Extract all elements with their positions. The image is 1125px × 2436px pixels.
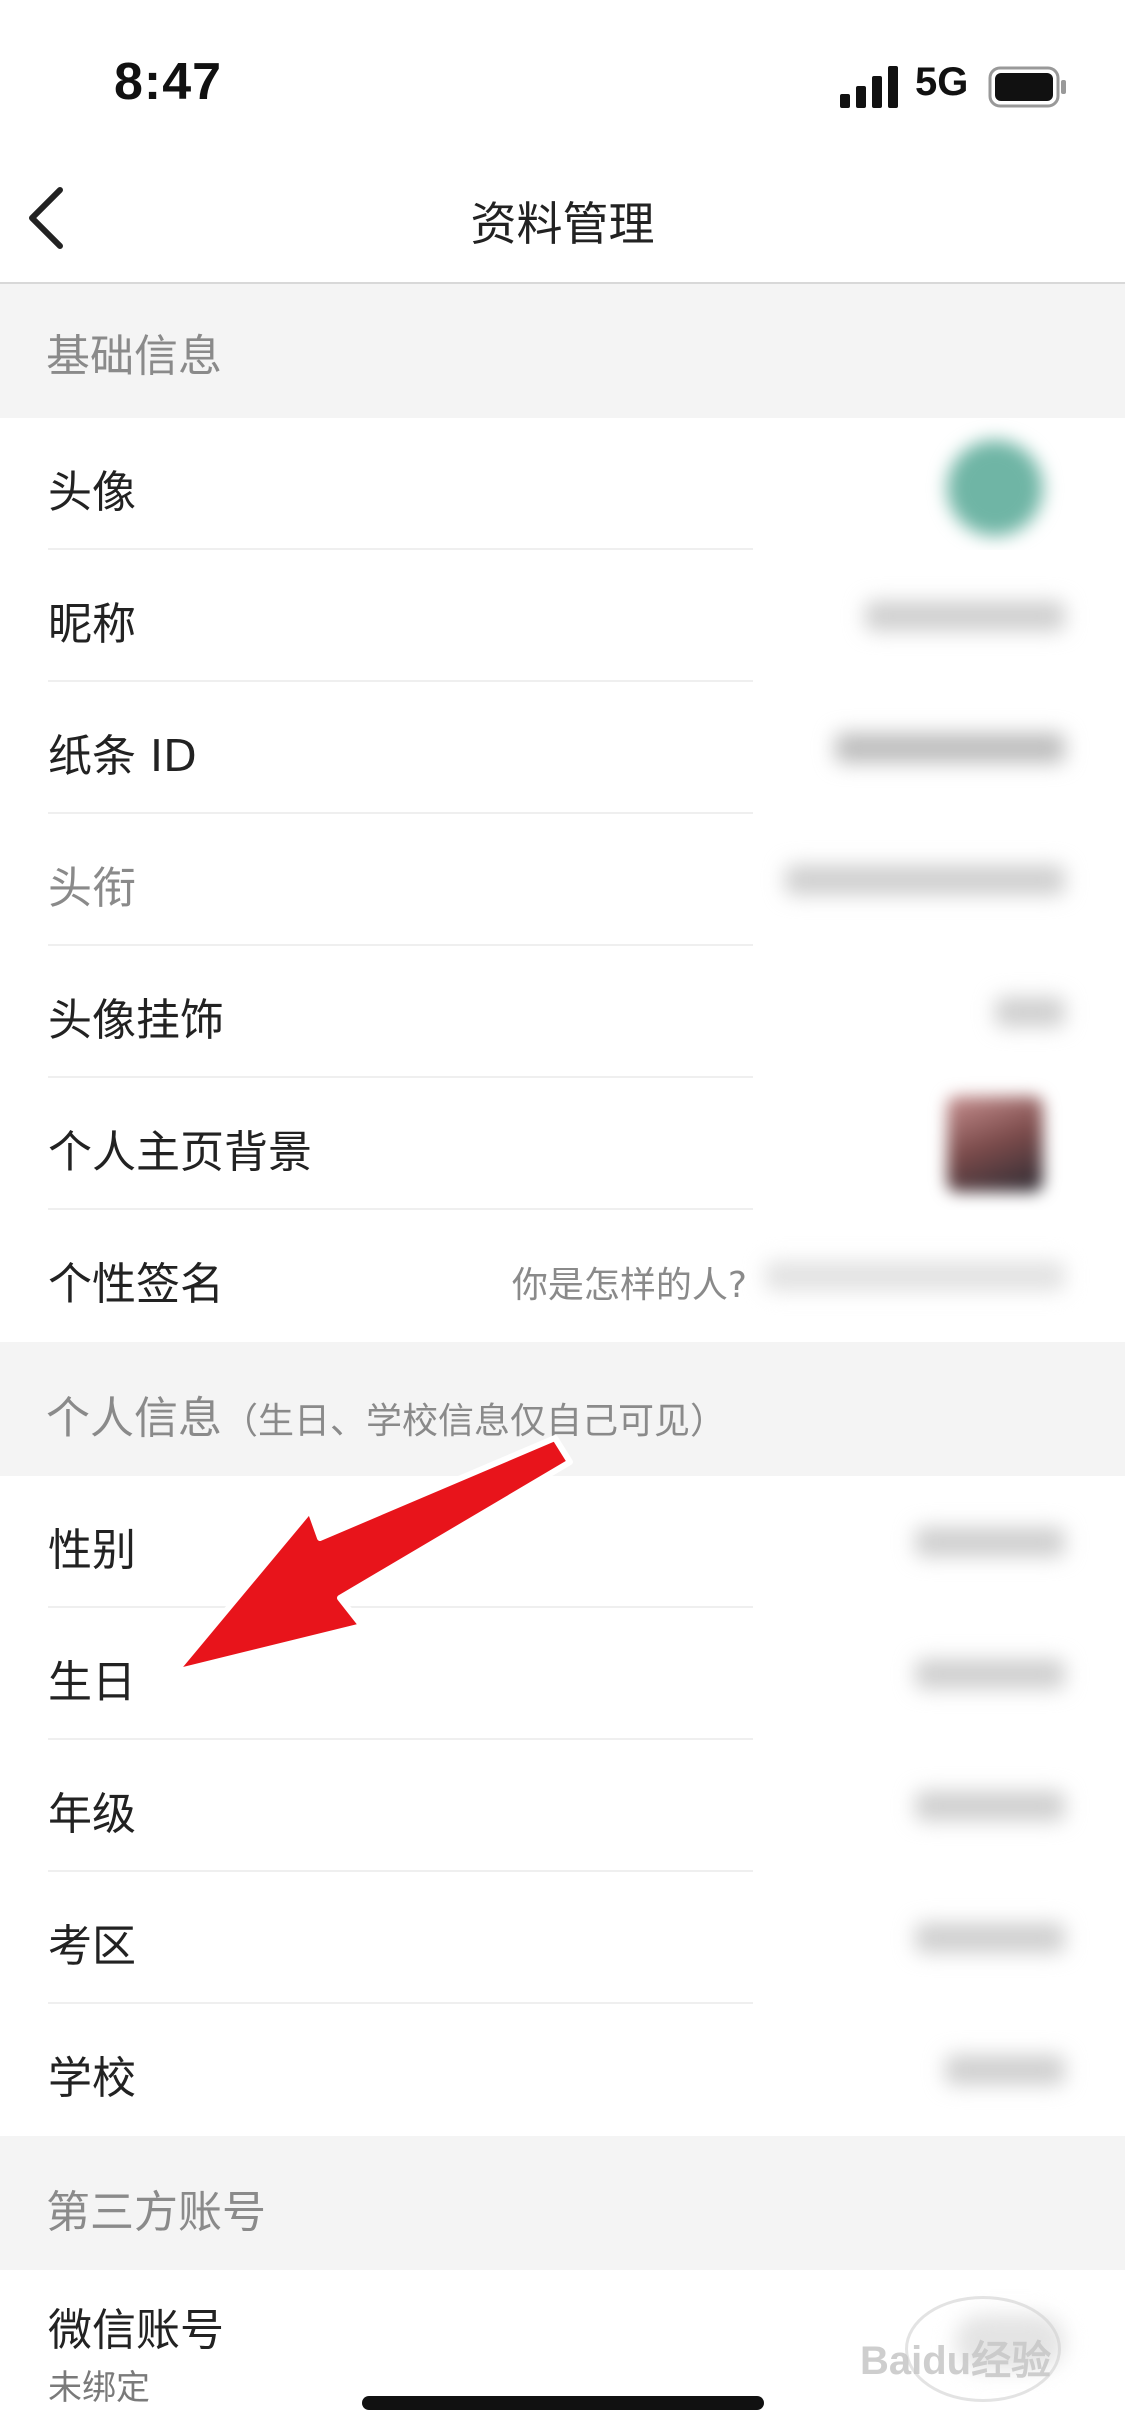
watermark-text: Baidu经验 bbox=[860, 2339, 1052, 2383]
blurred-value bbox=[865, 590, 1065, 642]
status-time: 8:47 bbox=[114, 53, 223, 111]
signature-hint: 你是怎样的人? bbox=[511, 1265, 747, 1306]
row-label: 头像 bbox=[48, 467, 136, 518]
background-thumbnail bbox=[947, 1096, 1043, 1192]
row-title[interactable]: 头衔 bbox=[0, 814, 1125, 946]
blurred-value bbox=[915, 1780, 1065, 1832]
cellular-signal-icon bbox=[840, 66, 898, 108]
section-personal-info: 个人信息（生日、学校信息仅自己可见） bbox=[0, 1342, 1125, 1476]
battery-icon bbox=[988, 66, 1066, 108]
page-title: 资料管理 bbox=[470, 197, 655, 251]
row-label: 个人主页背景 bbox=[48, 1127, 312, 1178]
section-third-party: 第三方账号 bbox=[0, 2136, 1125, 2270]
row-label: 昵称 bbox=[48, 599, 136, 650]
avatar bbox=[947, 440, 1043, 536]
section-title: 个人信息（生日、学校信息仅自己可见） bbox=[46, 1382, 726, 1446]
row-label: 微信账号 bbox=[48, 2305, 224, 2356]
section-basic-info: 基础信息 bbox=[0, 284, 1125, 418]
section-title: 基础信息 bbox=[46, 331, 222, 382]
row-nickname[interactable]: 昵称 bbox=[0, 550, 1125, 682]
blurred-value bbox=[915, 1912, 1065, 1964]
blurred-value bbox=[915, 1516, 1065, 1568]
row-avatar[interactable]: 头像 bbox=[0, 418, 1125, 550]
row-avatar-pendant[interactable]: 头像挂饰 bbox=[0, 946, 1125, 1078]
row-label: 生日 bbox=[48, 1657, 136, 1708]
blurred-value bbox=[945, 2044, 1065, 2096]
row-gender[interactable]: 性别 bbox=[0, 1476, 1125, 1608]
row-zhitiao-id[interactable]: 纸条 ID bbox=[0, 682, 1125, 814]
section-title-text: 个人信息 bbox=[46, 1393, 222, 1444]
row-profile-background[interactable]: 个人主页背景 bbox=[0, 1078, 1125, 1210]
network-type: 5G bbox=[915, 60, 969, 104]
status-bar: 8:47 5G bbox=[0, 0, 1125, 150]
blurred-value bbox=[835, 722, 1065, 774]
row-signature[interactable]: 个性签名 你是怎样的人? bbox=[0, 1210, 1125, 1342]
blurred-value bbox=[765, 1250, 1065, 1302]
row-label: 年级 bbox=[48, 1789, 136, 1840]
blurred-value bbox=[915, 1648, 1065, 1700]
row-label: 性别 bbox=[48, 1525, 136, 1576]
row-grade[interactable]: 年级 bbox=[0, 1740, 1125, 1872]
section-title: 第三方账号 bbox=[46, 2187, 266, 2238]
blurred-value bbox=[785, 854, 1065, 906]
row-school[interactable]: 学校 bbox=[0, 2004, 1125, 2136]
row-label: 头衔 bbox=[48, 863, 136, 914]
navigation-bar: 资料管理 bbox=[0, 150, 1125, 284]
home-indicator[interactable] bbox=[362, 2396, 764, 2410]
row-label: 纸条 ID bbox=[48, 731, 197, 782]
wechat-status: 未绑定 bbox=[48, 2368, 150, 2408]
row-label: 个性签名 bbox=[48, 1259, 224, 1310]
row-exam-region[interactable]: 考区 bbox=[0, 1872, 1125, 2004]
section-note: （生日、学校信息仅自己可见） bbox=[222, 1401, 727, 1442]
blurred-value bbox=[995, 986, 1065, 1038]
row-label: 头像挂饰 bbox=[48, 995, 224, 1046]
row-label: 学校 bbox=[48, 2053, 136, 2104]
row-birthday[interactable]: 生日 bbox=[0, 1608, 1125, 1740]
row-label: 考区 bbox=[48, 1921, 136, 1972]
